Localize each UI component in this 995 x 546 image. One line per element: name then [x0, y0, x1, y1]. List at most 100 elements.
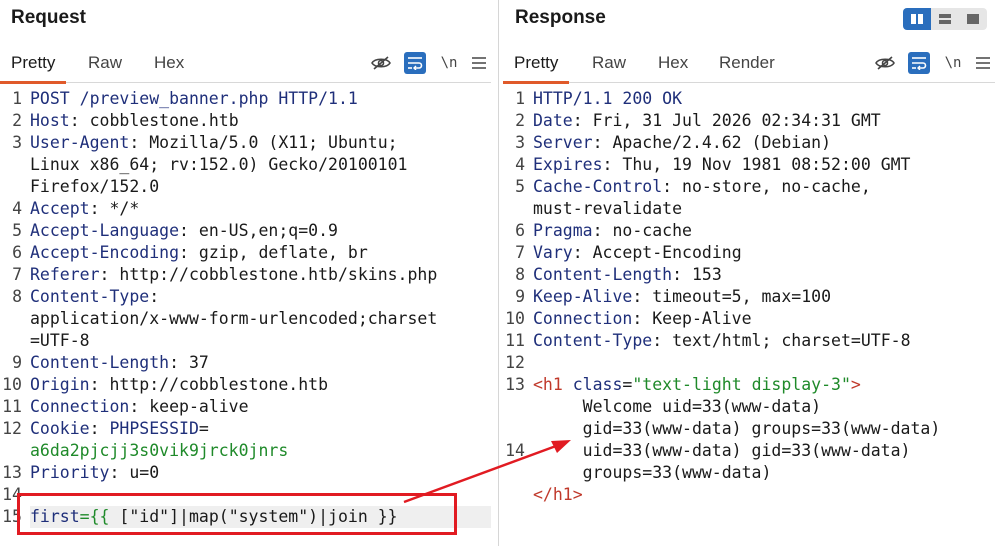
layout-side-by-side-icon[interactable] — [903, 8, 931, 30]
code-line[interactable]: User-Agent: Mozilla/5.0 (X11; Ubuntu; — [30, 132, 491, 154]
line-number: 8 — [515, 265, 525, 284]
line-number: 11 — [505, 331, 525, 350]
line-number: 4 — [12, 199, 22, 218]
response-code[interactable]: HTTP/1.1 200 OK Date: Fri, 31 Jul 2026 02… — [533, 88, 995, 506]
code-token: : cobblestone.htb — [69, 111, 239, 130]
newline-toggle-icon[interactable]: \n — [942, 52, 964, 74]
code-line[interactable]: Linux x86_64; rv:152.0) Gecko/20100101 — [30, 154, 491, 176]
response-tab-raw[interactable]: Raw — [581, 43, 637, 83]
code-token: : http://cobblestone.htb — [89, 375, 329, 394]
pane-divider[interactable] — [491, 0, 503, 546]
code-line[interactable]: Pragma: no-cache — [533, 220, 995, 242]
code-token: Linux x86_64; rv:152.0) Gecko/20100101 — [30, 155, 408, 174]
code-token: a6da2pjcjj3s0vik9jrck0jnrs — [30, 441, 289, 460]
code-line[interactable]: </h1> — [533, 484, 995, 506]
code-line[interactable]: =UTF-8 — [30, 330, 491, 352]
code-line[interactable]: Vary: Accept-Encoding — [533, 242, 995, 264]
request-tab-hex[interactable]: Hex — [143, 43, 195, 83]
code-token: Server — [533, 133, 593, 152]
code-line[interactable]: Priority: u=0 — [30, 462, 491, 484]
code-token: Date — [533, 111, 573, 130]
code-line[interactable]: Content-Length: 153 — [533, 264, 995, 286]
line-number: 2 — [12, 111, 22, 130]
newline-toggle-icon[interactable]: \n — [438, 52, 460, 74]
response-editor[interactable]: 1 2 3 4 5 6 7 8 9 10 11 12 13 14 HTTP/1.1 200 OK Date:… — [503, 84, 995, 546]
code-line[interactable]: gid=33(www-data) groups=33(www-data) — [533, 418, 995, 440]
code-token: = — [198, 419, 209, 438]
code-line[interactable]: Date: Fri, 31 Jul 2026 02:34:31 GMT — [533, 110, 995, 132]
code-line[interactable]: groups=33(www-data) — [533, 462, 995, 484]
code-line[interactable]: a6da2pjcjj3s0vik9jrck0jnrs — [30, 440, 491, 462]
word-wrap-icon[interactable] — [908, 52, 930, 74]
code-token: : en-US,en;q=0.9 — [179, 221, 338, 240]
code-line[interactable]: Content-Length: 37 — [30, 352, 491, 374]
menu-icon[interactable] — [972, 52, 994, 74]
code-line[interactable]: must-revalidate — [533, 198, 995, 220]
code-line[interactable]: Content-Type: text/html; charset=UTF-8 — [533, 330, 995, 352]
hide-nonprintable-icon[interactable] — [370, 52, 392, 74]
code-token: : Thu, 19 Nov 1981 08:52:00 GMT — [602, 155, 911, 174]
code-token: = — [622, 375, 633, 394]
code-line[interactable]: Welcome uid=33(www-data) — [533, 396, 995, 418]
code-line[interactable]: Connection: Keep-Alive — [533, 308, 995, 330]
request-tab-pretty[interactable]: Pretty — [0, 43, 67, 84]
code-token: uid=33(www-data) gid=33(www-data) — [533, 441, 911, 460]
request-code[interactable]: POST /preview_banner.php HTTP/1.1 Host: c… — [30, 88, 491, 528]
code-token: Content-Length — [533, 265, 673, 284]
layout-single-icon[interactable] — [959, 8, 987, 30]
code-line[interactable]: Accept-Encoding: gzip, deflate, br — [30, 242, 491, 264]
code-token: : gzip, deflate, br — [179, 243, 368, 262]
code-line[interactable]: Referer: http://cobblestone.htb/skins.ph… — [30, 264, 491, 286]
code-line[interactable]: Expires: Thu, 19 Nov 1981 08:52:00 GMT — [533, 154, 995, 176]
code-line[interactable]: Server: Apache/2.4.62 (Debian) — [533, 132, 995, 154]
code-token: HTTP/1.1 200 OK — [533, 89, 683, 108]
line-number: 4 — [515, 155, 525, 174]
code-token: Accept-Language — [30, 221, 180, 240]
code-line[interactable]: HTTP/1.1 200 OK — [533, 88, 995, 110]
code-token: class — [572, 375, 623, 394]
code-line[interactable]: Keep-Alive: timeout=5, max=100 — [533, 286, 995, 308]
word-wrap-icon[interactable] — [404, 52, 426, 74]
code-line[interactable]: <h1 class="text-light display-3"> — [533, 374, 995, 396]
response-tab-hex[interactable]: Hex — [647, 43, 699, 83]
line-number: 13 — [505, 375, 525, 394]
code-line[interactable]: Host: cobblestone.htb — [30, 110, 491, 132]
code-token: Firefox/152.0 — [30, 177, 160, 196]
code-token: POST /preview_banner.php HTTP/1.1 — [30, 89, 358, 108]
response-title: Response — [515, 7, 606, 28]
response-tab-render[interactable]: Render — [708, 43, 786, 83]
code-token: : text/html; charset=UTF-8 — [652, 331, 911, 350]
menu-icon[interactable] — [468, 52, 490, 74]
code-line[interactable]: Firefox/152.0 — [30, 176, 491, 198]
code-token: Welcome uid=33(www-data) — [533, 397, 822, 416]
request-tabbar: Pretty Raw Hex \n — [0, 43, 491, 84]
code-line[interactable]: Content-Type: — [30, 286, 491, 308]
code-token: : no-cache — [592, 221, 692, 240]
code-line[interactable]: Origin: http://cobblestone.htb — [30, 374, 491, 396]
code-token: Content-Type — [533, 331, 653, 350]
code-token: : Apache/2.4.62 (Debian) — [592, 133, 832, 152]
code-line[interactable] — [533, 352, 995, 374]
line-number: 3 — [515, 133, 525, 152]
layout-toggle-group — [903, 8, 987, 30]
code-line[interactable]: application/x-www-form-urlencoded;charse… — [30, 308, 491, 330]
code-line[interactable]: Accept-Language: en-US,en;q=0.9 — [30, 220, 491, 242]
code-line[interactable]: Accept: */* — [30, 198, 491, 220]
code-token: : Fri, 31 Jul 2026 02:34:31 GMT — [572, 111, 881, 130]
hide-nonprintable-icon[interactable] — [874, 52, 896, 74]
code-token: Cache-Control — [533, 177, 663, 196]
request-tab-raw[interactable]: Raw — [77, 43, 133, 83]
code-token: : timeout=5, max=100 — [632, 287, 832, 306]
code-token: Content-Type — [30, 287, 150, 306]
line-number: 2 — [515, 111, 525, 130]
code-line[interactable]: POST /preview_banner.php HTTP/1.1 — [30, 88, 491, 110]
code-line[interactable]: Cache-Control: no-store, no-cache, — [533, 176, 995, 198]
response-tab-pretty[interactable]: Pretty — [503, 43, 570, 84]
code-token: Origin — [30, 375, 90, 394]
request-editor[interactable]: 1 2 3 4 5 6 7 8 9 10 11 12 13 14 15 POST /preview_bann… — [0, 84, 491, 546]
code-line[interactable]: Cookie: PHPSESSID= — [30, 418, 491, 440]
code-line[interactable]: Connection: keep-alive — [30, 396, 491, 418]
code-line[interactable]: uid=33(www-data) gid=33(www-data) — [533, 440, 995, 462]
code-token: groups=33(www-data) — [533, 463, 772, 482]
layout-stacked-icon[interactable] — [931, 8, 959, 30]
